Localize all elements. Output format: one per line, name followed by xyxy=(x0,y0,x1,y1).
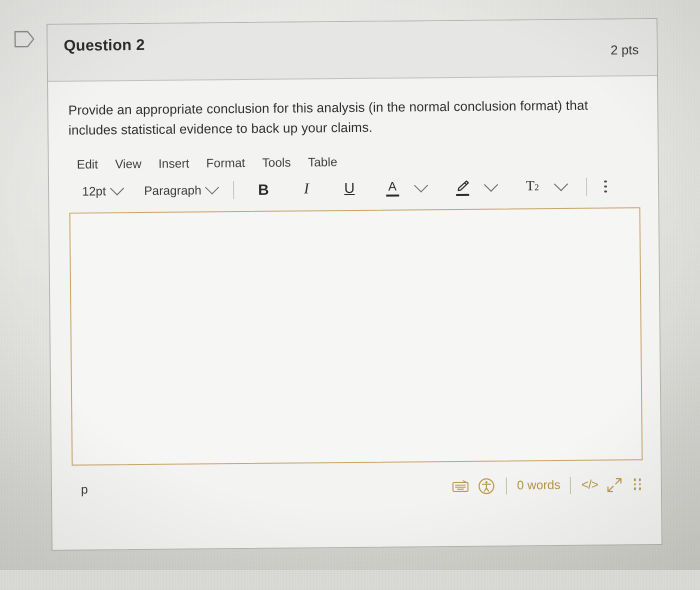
chevron-down-icon xyxy=(484,178,498,192)
chevron-down-icon xyxy=(205,180,219,194)
text-color-icon: A xyxy=(386,180,399,197)
question-prompt: Provide an appropriate conclusion for th… xyxy=(68,95,637,140)
toolbar-divider xyxy=(586,178,587,196)
text-color-dropdown[interactable] xyxy=(407,177,435,199)
question-header: Question 2 2 pts xyxy=(47,19,657,82)
font-size-select[interactable]: 12pt xyxy=(77,182,127,200)
points-badge: 2 pts xyxy=(610,42,638,57)
more-options-button[interactable] xyxy=(598,180,613,192)
statusbar-divider xyxy=(570,476,571,493)
question-body: Provide an appropriate conclusion for th… xyxy=(48,76,658,140)
menu-format[interactable]: Format xyxy=(206,156,245,170)
element-path[interactable]: p xyxy=(72,483,88,497)
editor-toolbar: 12pt Paragraph B I U A xyxy=(69,171,640,206)
menu-insert[interactable]: Insert xyxy=(158,157,189,171)
rich-text-editor: Edit View Insert Format Tools Table 12pt… xyxy=(69,147,643,504)
highlight-color-button[interactable] xyxy=(448,177,476,199)
toolbar-divider xyxy=(233,181,234,199)
menu-view[interactable]: View xyxy=(115,157,142,171)
question-card: Question 2 2 pts Provide an appropriate … xyxy=(46,18,662,551)
chevron-down-icon xyxy=(110,181,124,195)
text-color-button[interactable]: A xyxy=(378,177,406,199)
resize-grip-icon[interactable] xyxy=(631,478,641,490)
statusbar-divider xyxy=(506,477,507,494)
fullscreen-icon[interactable] xyxy=(605,475,624,494)
editor-text-area[interactable] xyxy=(69,207,642,465)
menu-table[interactable]: Table xyxy=(308,155,338,169)
superscript-button[interactable]: T2 xyxy=(518,176,546,198)
block-format-value: Paragraph xyxy=(144,183,202,198)
chevron-down-icon xyxy=(414,178,428,192)
word-count: 0 words xyxy=(517,478,561,492)
editor-statusbar: p xyxy=(72,469,643,504)
flag-tag-icon[interactable] xyxy=(14,29,36,49)
block-format-select[interactable]: Paragraph xyxy=(139,181,223,200)
page-title: Question 2 xyxy=(64,37,145,56)
menu-edit[interactable]: Edit xyxy=(77,157,98,171)
underline-button[interactable]: U xyxy=(335,178,363,200)
superscript-base: T xyxy=(526,179,535,195)
statusbar-actions: 0 words </> xyxy=(451,469,641,501)
superscript-dropdown[interactable] xyxy=(547,176,575,198)
keyboard-icon[interactable] xyxy=(451,476,470,495)
highlight-color-dropdown[interactable] xyxy=(477,177,505,199)
menu-tools[interactable]: Tools xyxy=(262,156,291,170)
source-code-icon[interactable]: </> xyxy=(581,478,598,492)
accessibility-icon[interactable] xyxy=(477,476,496,495)
superscript-exponent: 2 xyxy=(534,182,539,192)
font-size-value: 12pt xyxy=(82,184,106,198)
highlighter-pen-icon xyxy=(455,180,470,196)
screenshot-content: Question 2 2 pts Provide an appropriate … xyxy=(0,0,700,573)
italic-button[interactable]: I xyxy=(292,178,320,200)
chevron-down-icon xyxy=(554,177,568,191)
bold-button[interactable]: B xyxy=(249,179,277,201)
